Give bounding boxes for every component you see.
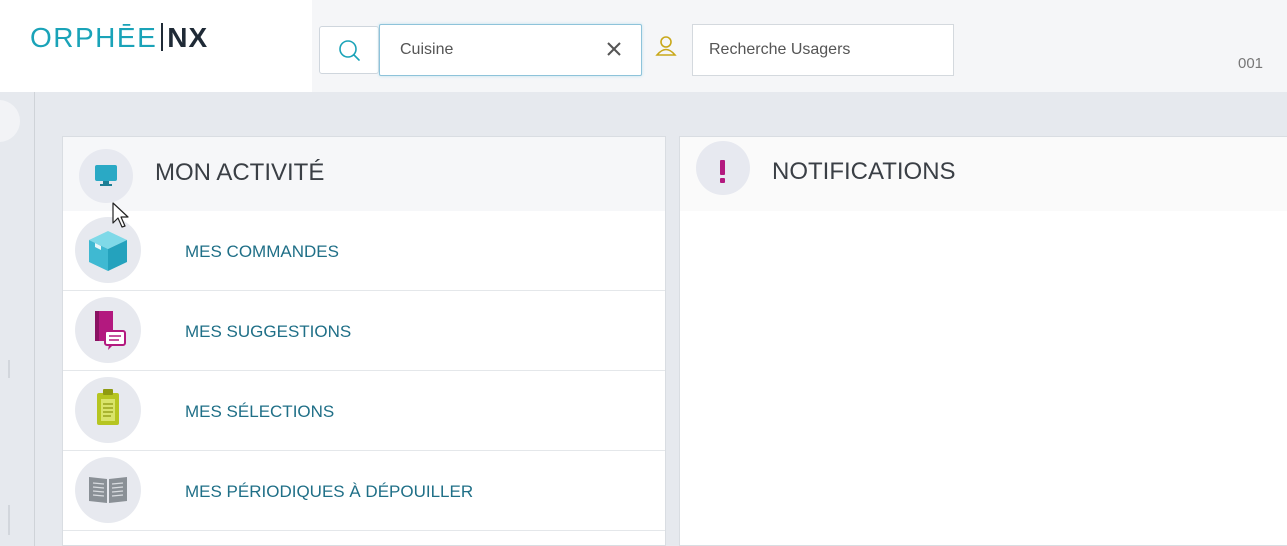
notifications-title: NOTIFICATIONS [772, 158, 956, 185]
sidebar-divider [8, 360, 10, 378]
clipboard-icon-circle [75, 377, 141, 443]
user-icon[interactable] [654, 34, 678, 58]
search-input[interactable] [400, 39, 590, 61]
sidebar-toggle[interactable] [0, 100, 20, 142]
search-button[interactable] [319, 26, 379, 74]
logo-text-orphee: ORPHĒE [30, 22, 158, 53]
search-icon [339, 40, 360, 61]
monitor-icon [95, 165, 117, 186]
selections-link[interactable]: MES SÉLECTIONS [185, 402, 334, 422]
list-item-suggestions[interactable]: MES SUGGESTIONS [63, 291, 665, 371]
exclamation-icon [720, 160, 725, 183]
sidebar-divider-bottom [8, 505, 10, 535]
list-item-selections[interactable]: MES SÉLECTIONS [63, 371, 665, 451]
activity-panel: MON ACTIVITÉ MES COMMANDES MES SUGGESTIO [62, 136, 666, 546]
open-book-icon-circle [75, 457, 141, 523]
notifications-panel: NOTIFICATIONS [679, 136, 1287, 546]
mouse-cursor-icon [112, 202, 129, 228]
box-icon-circle [75, 217, 141, 283]
activity-title: MON ACTIVITÉ [155, 159, 325, 186]
logo-text-nx: NX [167, 22, 209, 53]
suggestions-link[interactable]: MES SUGGESTIONS [185, 322, 351, 342]
logo-separator [161, 23, 164, 51]
box-icon [89, 231, 127, 271]
search-field[interactable] [379, 24, 642, 76]
top-bar: ORPHĒE NX 001 [0, 0, 1287, 92]
app-logo[interactable]: ORPHĒE NX [30, 22, 208, 54]
exclamation-icon-circle [696, 141, 750, 195]
list-item-commandes[interactable]: MES COMMANDES [63, 211, 665, 291]
periodiques-link[interactable]: MES PÉRIODIQUES À DÉPOUILLER [185, 482, 473, 502]
clipboard-icon [97, 389, 119, 425]
close-icon[interactable] [603, 38, 625, 60]
user-search-input[interactable] [692, 24, 954, 76]
activity-header: MON ACTIVITÉ [63, 137, 665, 211]
book-comment-icon-circle [75, 297, 141, 363]
notifications-header: NOTIFICATIONS [680, 137, 1287, 211]
open-book-icon [89, 477, 127, 503]
logo-area: ORPHĒE NX [0, 0, 312, 92]
book-comment-icon [95, 311, 126, 350]
site-code: 001 [1238, 55, 1264, 72]
commandes-link[interactable]: MES COMMANDES [185, 242, 339, 262]
list-item-periodiques[interactable]: MES PÉRIODIQUES À DÉPOUILLER [63, 451, 665, 531]
monitor-icon-circle [79, 149, 133, 203]
